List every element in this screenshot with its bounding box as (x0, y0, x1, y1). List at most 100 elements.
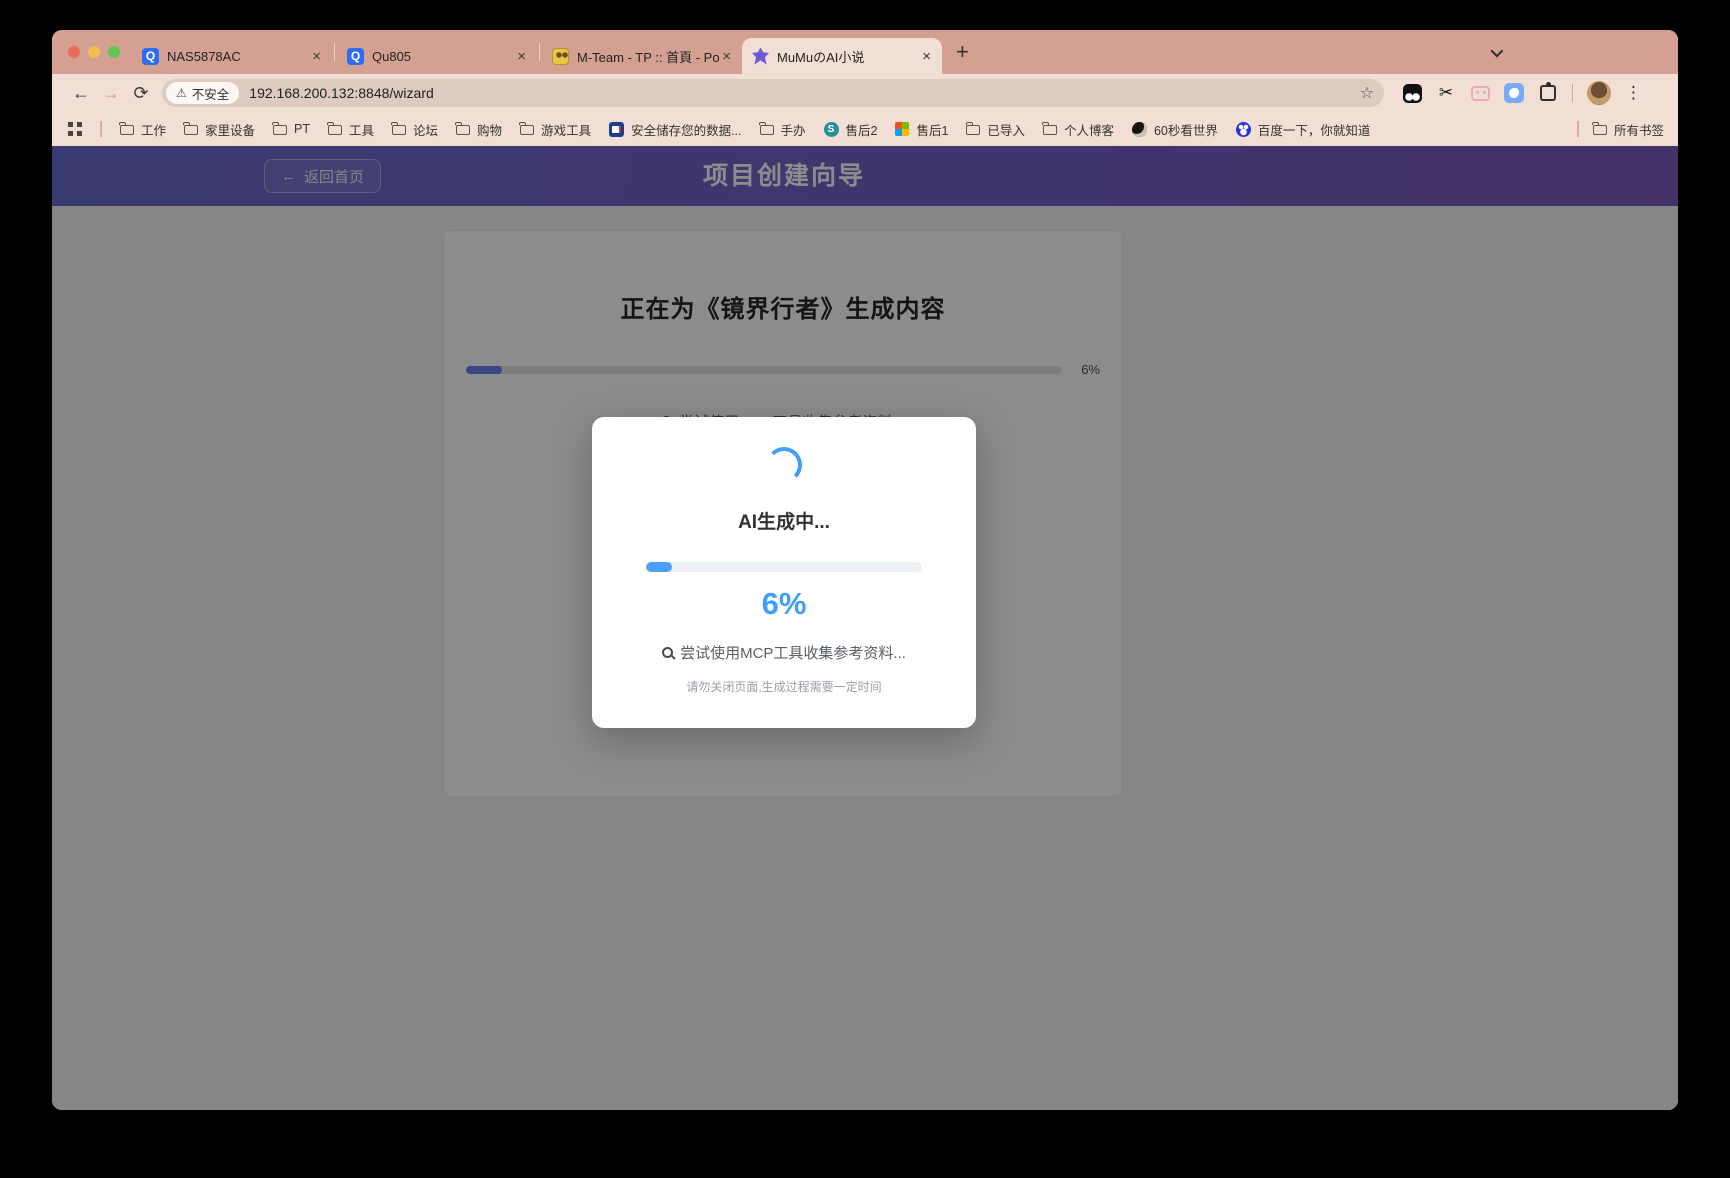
window-close-button[interactable] (68, 46, 80, 58)
window-controls (52, 46, 132, 58)
bookmark-label: 工具 (349, 120, 374, 139)
tab-mteam[interactable]: M-Team - TP :: 首頁 - Powere × (542, 39, 742, 73)
security-chip[interactable]: ⚠ 不安全 (166, 82, 239, 104)
bookmark-folder-imported[interactable]: 已导入 (966, 120, 1025, 139)
folder-icon (328, 125, 342, 135)
tab-qu805[interactable]: Qu805 × (337, 39, 537, 73)
bilibili-extension-icon[interactable] (1470, 83, 1490, 103)
tab-close-icon[interactable]: × (919, 48, 934, 65)
folder-icon (273, 125, 287, 135)
bookmark-folder-figures[interactable]: 手办 (760, 120, 806, 139)
baidu-paw-icon (1236, 122, 1251, 137)
tab-close-icon[interactable]: × (514, 48, 529, 65)
tab-mumu-ai-novel-active[interactable]: MuMuのAI小说 × (742, 38, 942, 74)
address-bar[interactable]: ⚠ 不安全 192.168.200.132:8848/wizard ☆ (162, 79, 1384, 107)
bookmark-label: 工作 (141, 120, 166, 139)
tab-strip: NAS5878AC × Qu805 × M-Team - TP :: 首頁 - … (52, 30, 1678, 74)
qnap-q-icon (347, 48, 364, 65)
tab-title: M-Team - TP :: 首頁 - Powere (577, 47, 719, 66)
tab-nas5878ac[interactable]: NAS5878AC × (132, 39, 332, 73)
scissors-extension-icon[interactable]: ✂ (1436, 83, 1456, 103)
folder-icon (520, 125, 534, 135)
all-bookmarks-area: 所有书签 (1577, 120, 1664, 139)
modal-title: AI生成中... (646, 507, 922, 534)
bookmark-folder-game-tools[interactable]: 游戏工具 (520, 120, 591, 139)
back-icon[interactable]: ← (66, 83, 96, 104)
modal-progress-percent: 6% (646, 586, 922, 622)
extensions-menu-button[interactable] (1538, 83, 1558, 103)
bookmark-folder-work[interactable]: 工作 (120, 120, 166, 139)
purple-leaf-icon (752, 48, 769, 65)
bookmark-label: 60秒看世界 (1154, 120, 1218, 139)
page-viewport: ← 返回首页 项目创建向导 正在为《镜界行者》生成内容 6% 尝试使用MCP工具… (52, 146, 1678, 1110)
bookmark-baidu[interactable]: 百度一下，你就知道 (1236, 120, 1371, 139)
ai-generating-modal: AI生成中... 6% 尝试使用MCP工具收集参考资料... 请勿关闭页面,生成… (592, 417, 976, 728)
bookmark-aftersale-2[interactable]: 售后2 (824, 120, 878, 139)
window-minimize-button[interactable] (88, 46, 100, 58)
bookmark-label: 安全储存您的数据... (631, 120, 741, 139)
bookmark-folder-home-devices[interactable]: 家里设备 (184, 120, 255, 139)
extension-icons: ✂ ⋮ (1402, 81, 1642, 105)
modal-note: 请勿关闭页面,生成过程需要一定时间 (646, 678, 922, 695)
bookmark-label: 售后2 (846, 120, 878, 139)
bookmark-aftersale-1[interactable]: 售后1 (895, 120, 948, 139)
binoculars-extension-icon[interactable] (1402, 83, 1422, 103)
reload-icon[interactable]: ⟳ (126, 83, 156, 104)
all-bookmarks-label: 所有书签 (1614, 120, 1664, 139)
tab-separator (539, 43, 540, 61)
bookmark-label: 游戏工具 (541, 120, 591, 139)
tab-close-icon[interactable]: × (309, 48, 324, 65)
bookmark-folder-forum[interactable]: 论坛 (392, 120, 438, 139)
folder-icon (760, 125, 774, 135)
chevron-down-icon (1490, 44, 1503, 57)
modal-status-row: 尝试使用MCP工具收集参考资料... (646, 642, 922, 663)
bookmark-folder-personal-blog[interactable]: 个人博客 (1043, 120, 1114, 139)
tab-close-icon[interactable]: × (719, 48, 734, 65)
dark-site-icon (1132, 122, 1147, 137)
bookmark-label: 已导入 (987, 120, 1025, 139)
bookmark-label: 家里设备 (205, 120, 255, 139)
browser-window: NAS5878AC × Qu805 × M-Team - TP :: 首頁 - … (52, 30, 1678, 1110)
all-bookmarks-button[interactable]: 所有书签 (1593, 120, 1664, 139)
tabs: NAS5878AC × Qu805 × M-Team - TP :: 首頁 - … (132, 30, 969, 74)
bookmark-folder-tools[interactable]: 工具 (328, 120, 374, 139)
browser-menu-icon[interactable]: ⋮ (1625, 83, 1642, 103)
url-text[interactable]: 192.168.200.132:8848/wizard (249, 85, 1359, 101)
tab-search-button[interactable] (1482, 40, 1508, 64)
bookmark-secure-storage[interactable]: 安全储存您的数据... (609, 120, 741, 139)
warning-icon: ⚠ (176, 86, 187, 100)
bookmark-label: 售后1 (916, 120, 948, 139)
bookmark-60s-world[interactable]: 60秒看世界 (1132, 120, 1218, 139)
loading-spinner-icon (766, 447, 802, 483)
forward-icon[interactable]: → (96, 83, 126, 104)
tab-title: MuMuのAI小说 (777, 47, 919, 66)
bookmark-label: 个人博客 (1064, 120, 1114, 139)
apps-grid-icon[interactable] (68, 122, 82, 136)
folder-icon (456, 125, 470, 135)
puzzle-icon (1540, 85, 1556, 101)
folder-icon (1043, 125, 1057, 135)
bookmarks-bar: 工作 家里设备 PT 工具 论坛 购物 游戏工具 安全储存您的数据... 手办 … (52, 112, 1678, 146)
bookmark-label: PT (294, 122, 310, 136)
modal-progress-fill (646, 562, 672, 572)
blue-site-icon (609, 122, 624, 137)
bookmark-folder-shopping[interactable]: 购物 (456, 120, 502, 139)
tab-title: Qu805 (372, 49, 514, 64)
blue-app-icon (1504, 83, 1524, 103)
bookmarks-separator (1577, 121, 1579, 137)
blue-extension-icon[interactable] (1504, 83, 1524, 103)
folder-icon (966, 125, 980, 135)
search-icon (662, 647, 673, 658)
bookmarks-separator (100, 121, 102, 137)
new-tab-button[interactable]: + (956, 41, 969, 63)
teal-s-icon (824, 122, 839, 137)
bookmark-label: 手办 (781, 120, 806, 139)
modal-progress-track (646, 562, 922, 572)
window-zoom-button[interactable] (108, 46, 120, 58)
folder-icon (392, 125, 406, 135)
binoculars-icon (1403, 84, 1422, 103)
bookmark-star-icon[interactable]: ☆ (1360, 83, 1374, 103)
profile-avatar[interactable] (1587, 81, 1611, 105)
modal-status-text: 尝试使用MCP工具收集参考资料... (680, 642, 906, 663)
bookmark-folder-pt[interactable]: PT (273, 122, 310, 136)
